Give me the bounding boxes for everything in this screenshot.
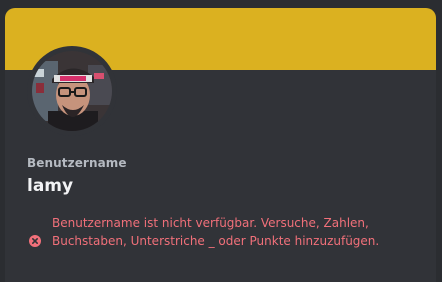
username-label: Benutzername xyxy=(27,156,127,170)
username-value: lamy xyxy=(27,176,74,196)
avatar-photo-icon xyxy=(32,51,112,131)
error-message: Benutzername ist nicht verfügbar. Versuc… xyxy=(52,216,380,248)
error-circle-x-icon xyxy=(29,235,41,247)
profile-card: Benutzername lamy Benutzername ist nicht… xyxy=(5,8,436,282)
avatar-ring xyxy=(27,46,117,136)
avatar[interactable] xyxy=(32,51,112,131)
